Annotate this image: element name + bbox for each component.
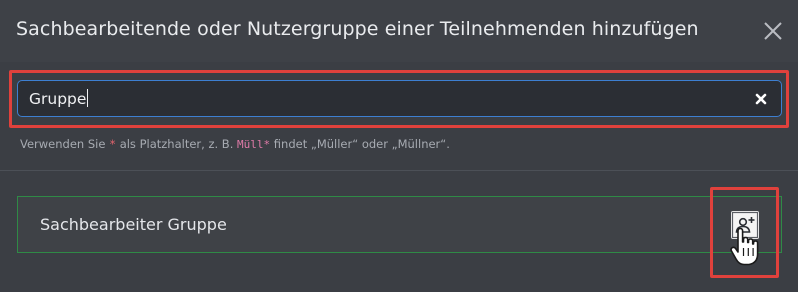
result-label: Sachbearbeiter Gruppe — [40, 215, 227, 234]
search-hint: Verwenden Sie * als Platzhalter, z. B. M… — [20, 137, 450, 151]
add-user-button[interactable] — [731, 211, 759, 239]
close-button[interactable] — [760, 18, 786, 44]
search-input[interactable]: Gruppe — [17, 80, 782, 117]
hint-wildcard: * — [109, 137, 117, 151]
hint-prefix: Verwenden Sie — [20, 137, 106, 151]
clear-search-button[interactable] — [752, 90, 770, 108]
hint-suffix: findet „Müller“ oder „Müllner“. — [273, 137, 450, 151]
close-icon — [764, 22, 782, 40]
divider — [0, 170, 798, 171]
add-caseworker-dialog: Sachbearbeitende oder Nutzergruppe einer… — [0, 0, 798, 292]
hint-middle: als Platzhalter, z. B. — [119, 137, 234, 151]
add-user-icon — [731, 211, 759, 239]
search-input-value[interactable]: Gruppe — [29, 89, 89, 108]
dialog-title: Sachbearbeitende oder Nutzergruppe einer… — [16, 18, 699, 40]
result-row: Sachbearbeiter Gruppe — [17, 196, 782, 253]
clear-icon — [755, 93, 767, 105]
dialog-header: Sachbearbeitende oder Nutzergruppe einer… — [0, 0, 798, 62]
text-caret — [87, 89, 89, 107]
hint-example-code: Müll* — [237, 138, 271, 151]
